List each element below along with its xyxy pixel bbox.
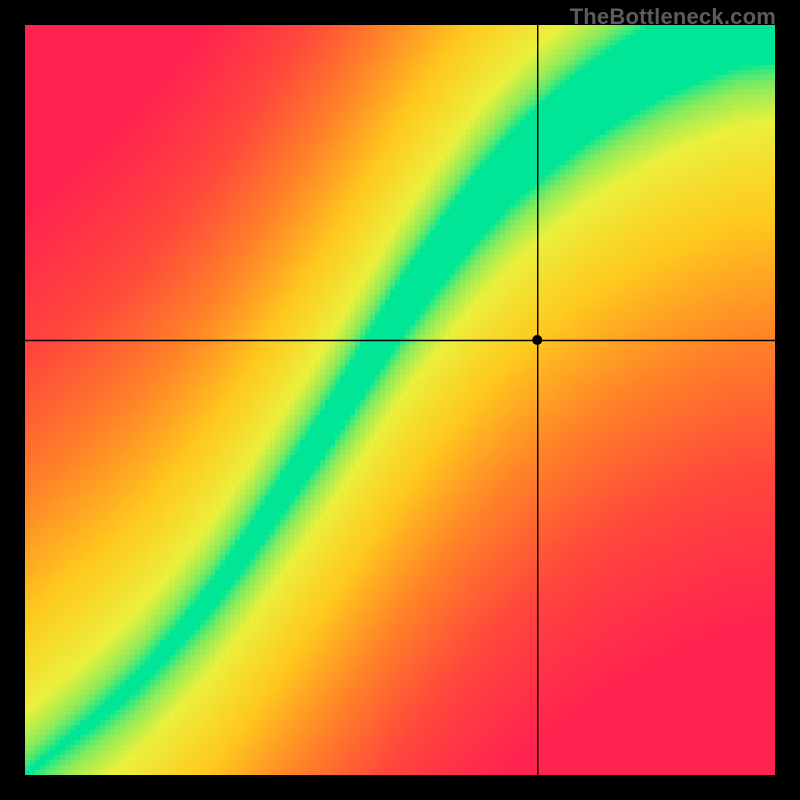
crosshair-overlay	[0, 0, 800, 800]
watermark: TheBottleneck.com	[570, 4, 776, 30]
